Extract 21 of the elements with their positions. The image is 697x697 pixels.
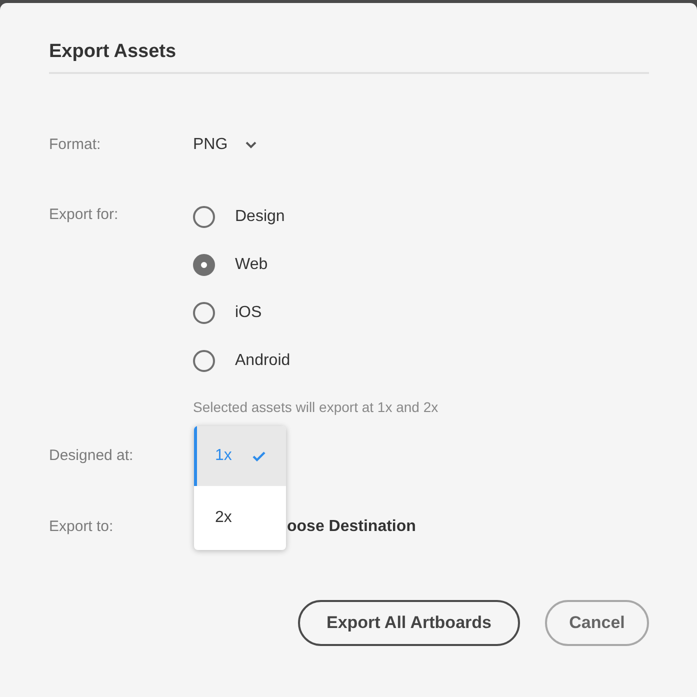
radio-button[interactable] [193, 350, 215, 372]
radio-label[interactable]: Design [235, 208, 285, 226]
radio-button[interactable] [193, 254, 215, 276]
field-label: Export to: [49, 517, 114, 537]
radio-label[interactable]: Android [235, 352, 290, 370]
radio-button[interactable] [193, 302, 215, 324]
format-dropdown[interactable]: PNG [193, 133, 257, 157]
radio-button[interactable] [193, 206, 215, 228]
field-label: Designed at: [49, 446, 134, 466]
menu-item[interactable]: 2x [194, 486, 286, 550]
field-label: Export for: [49, 205, 120, 225]
radio-label[interactable]: Web [235, 256, 268, 274]
radio-label[interactable]: iOS [235, 304, 262, 322]
export-button[interactable]: Export All Artboards [298, 600, 520, 646]
field-label: Format: [49, 135, 102, 155]
dialog-title: Export Assets [49, 40, 178, 64]
choose-destination-link[interactable]: oose Destination [287, 515, 416, 539]
cancel-button[interactable]: Cancel [545, 600, 649, 646]
hint-text: Selected assets will export at 1x and 2x [193, 398, 440, 417]
chevron-down-icon [244, 141, 257, 149]
checkmark-icon [252, 450, 266, 462]
